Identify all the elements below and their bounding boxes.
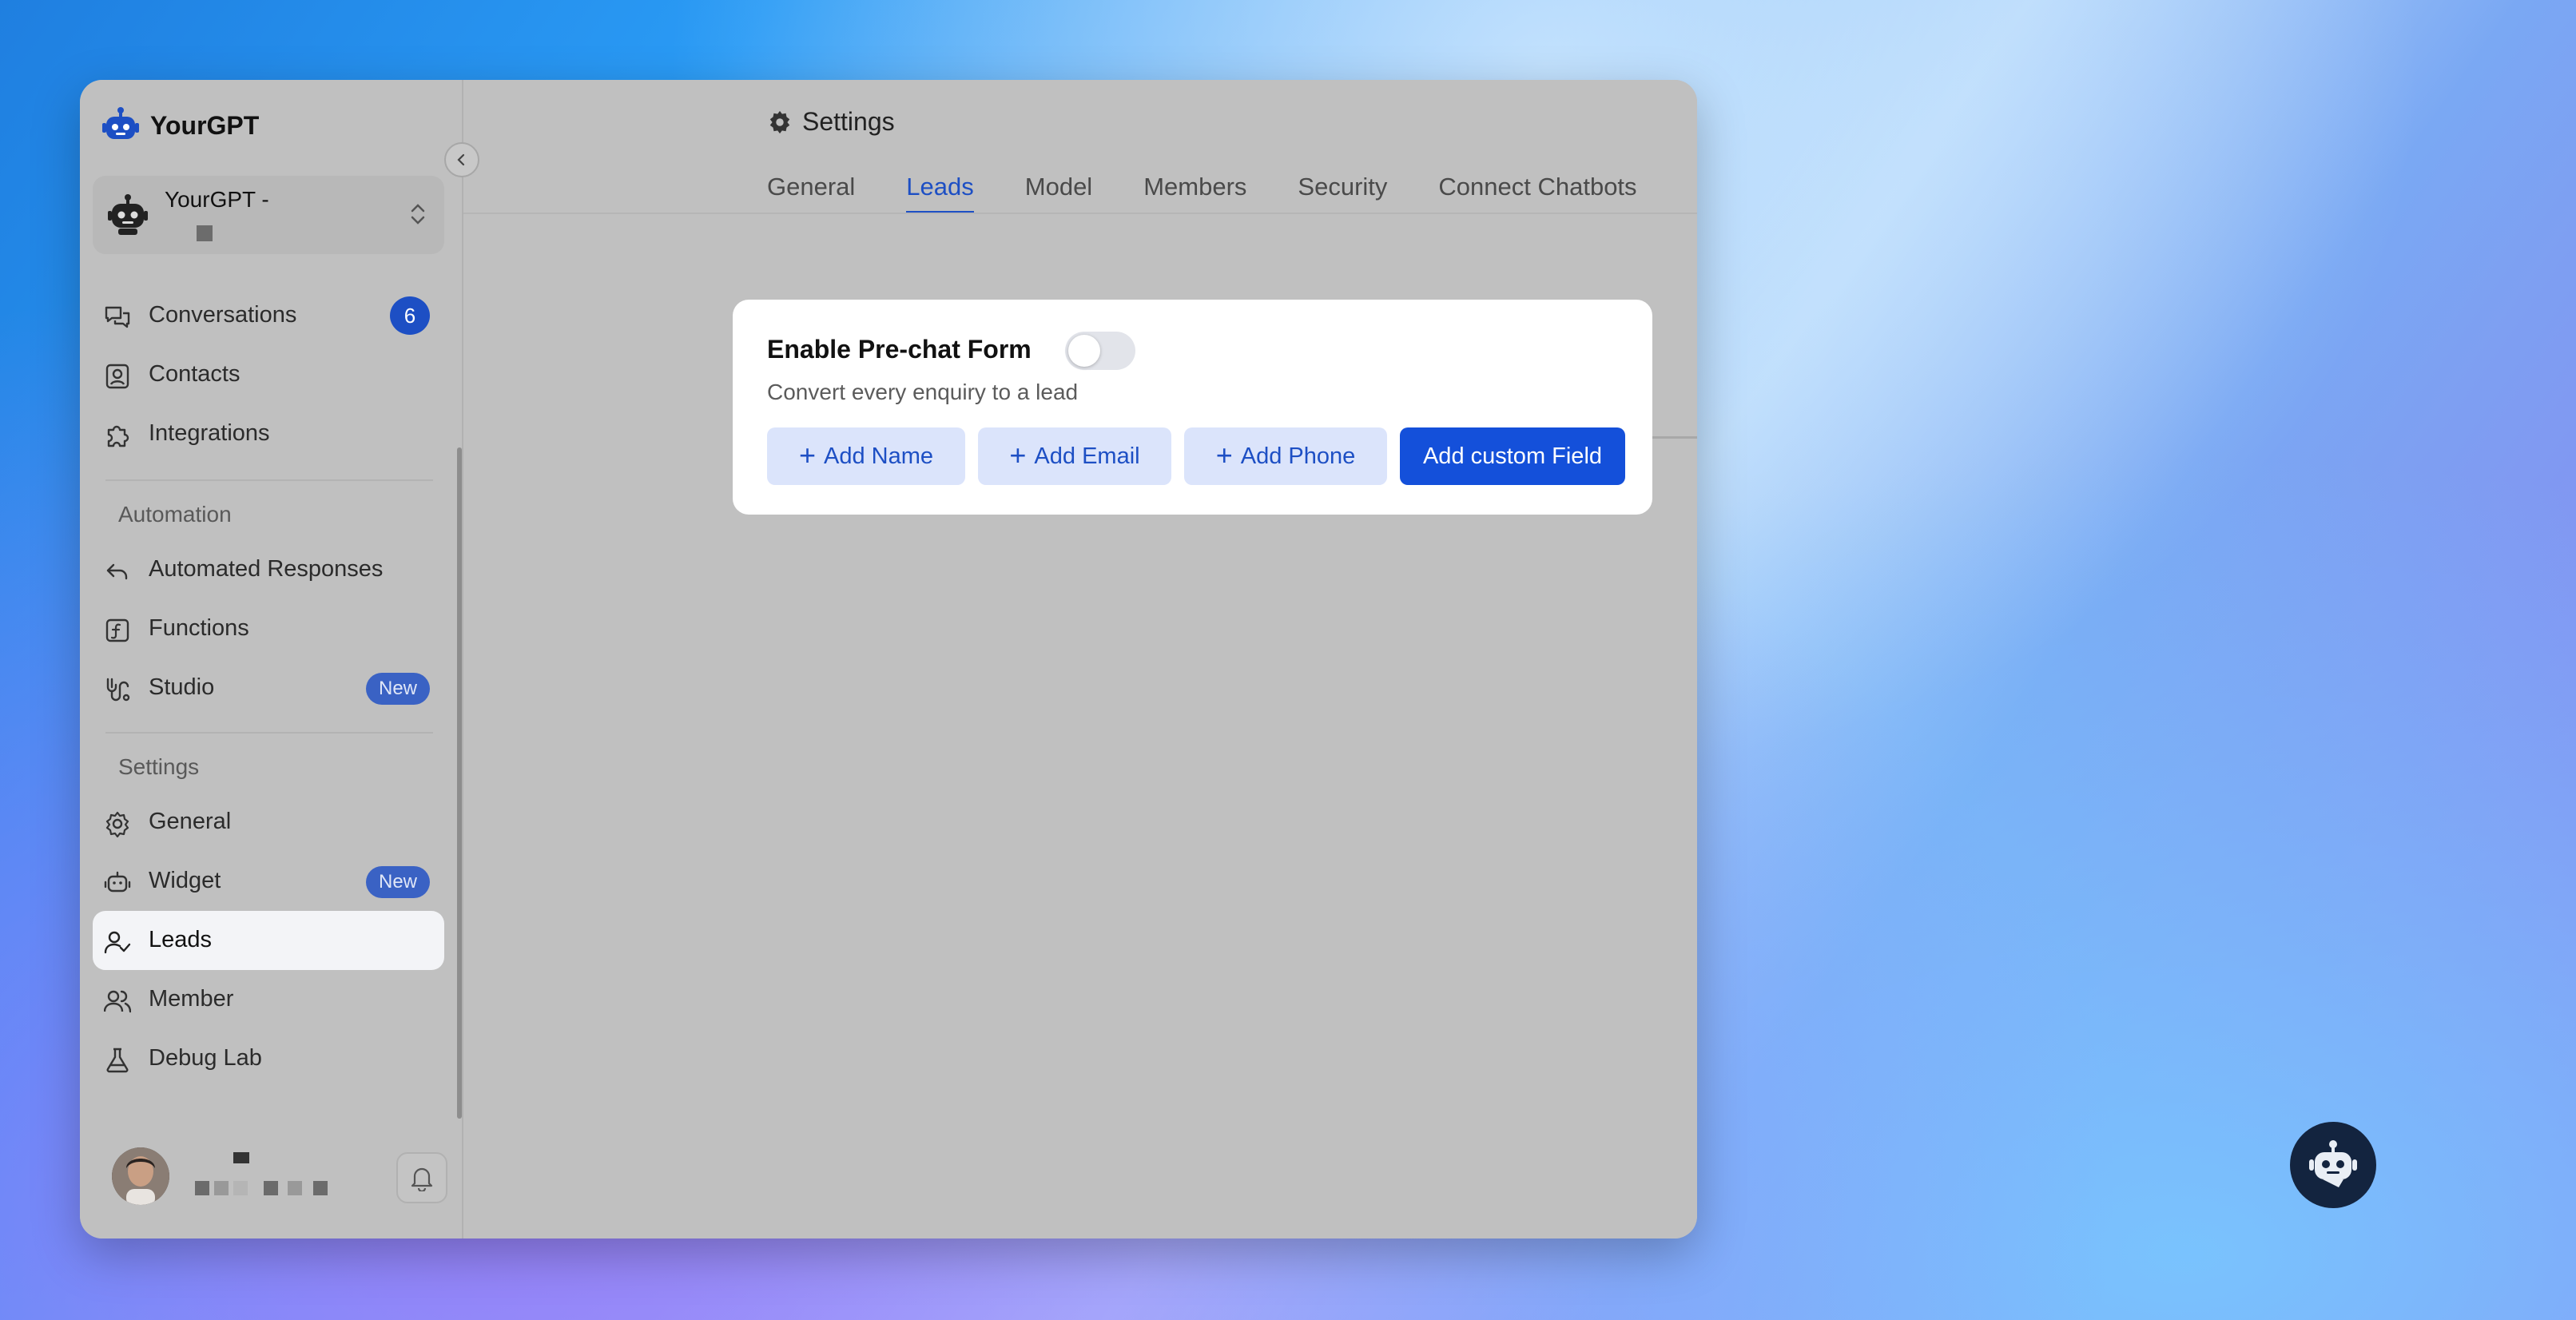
add-custom-field-button[interactable]: Add custom Field xyxy=(1400,427,1625,485)
workspace-id-redacted xyxy=(197,225,213,241)
workspace-robot-icon xyxy=(108,194,148,235)
logo-robot-icon xyxy=(102,107,139,139)
add-name-label: Add Name xyxy=(824,443,934,469)
sidebar-item-debug-lab[interactable]: Debug Lab xyxy=(93,1029,444,1088)
sidebar-item-label: Integrations xyxy=(149,420,270,446)
main-content: Settings General Leads Model Members Sec… xyxy=(463,80,1697,1238)
bell-icon xyxy=(411,1167,433,1191)
settings-tabs: General Leads Model Members Security Con… xyxy=(767,173,1637,213)
tab-connect-chatbots[interactable]: Connect Chatbots xyxy=(1438,173,1636,213)
sidebar-item-member[interactable]: Member xyxy=(93,970,444,1029)
gear-icon xyxy=(105,811,129,837)
sidebar-divider xyxy=(105,732,433,734)
puzzle-icon xyxy=(107,425,129,447)
sidebar-item-integrations[interactable]: Integrations xyxy=(93,404,444,463)
add-email-button[interactable]: + Add Email xyxy=(978,427,1171,485)
tab-leads[interactable]: Leads xyxy=(906,173,974,213)
sidebar-scrollbar[interactable] xyxy=(457,447,462,1119)
sidebar-item-conversations[interactable]: Conversations 6 xyxy=(93,286,444,345)
add-name-button[interactable]: + Add Name xyxy=(767,427,965,485)
sidebar-item-label: Studio xyxy=(149,674,215,700)
username-redacted xyxy=(233,1152,249,1163)
tabs-divider xyxy=(463,213,1697,214)
sidebar-item-label: Leads xyxy=(149,927,213,952)
workflow-icon xyxy=(106,678,130,702)
sidebar-item-label: Contacts xyxy=(149,361,241,387)
collapse-sidebar-button[interactable] xyxy=(444,142,479,177)
app-window: YourGPT YourGPT - Conversations 6 Contac… xyxy=(80,80,1697,1238)
sidebar-item-leads[interactable]: Leads xyxy=(93,911,444,970)
sidebar: YourGPT YourGPT - Conversations 6 Contac… xyxy=(80,80,463,1238)
tab-members[interactable]: Members xyxy=(1143,173,1246,213)
section-heading-automation: Automation xyxy=(118,502,232,527)
sidebar-item-label: Automated Responses xyxy=(149,556,384,582)
section-heading-settings: Settings xyxy=(118,754,200,779)
sidebar-item-label: General xyxy=(149,809,232,834)
sidebar-item-automated-responses[interactable]: Automated Responses xyxy=(93,540,444,599)
sidebar-item-label: Member xyxy=(149,986,234,1012)
unread-count-badge: 6 xyxy=(390,296,430,335)
function-icon xyxy=(105,618,129,642)
new-badge: New xyxy=(365,673,430,705)
chatbot-robot-icon xyxy=(2309,1140,2357,1187)
gear-icon xyxy=(769,110,790,133)
users-icon xyxy=(104,990,131,1013)
add-email-label: Add Email xyxy=(1034,443,1140,469)
contact-card-icon xyxy=(105,364,129,389)
chevron-up-down-icon xyxy=(411,204,425,225)
add-phone-button[interactable]: + Add Phone xyxy=(1184,427,1387,485)
bot-widget-icon xyxy=(104,871,131,893)
workspace-switcher[interactable]: YourGPT - xyxy=(93,176,444,254)
sidebar-item-widget[interactable]: Widget New xyxy=(93,852,444,911)
user-check-icon xyxy=(104,931,131,954)
sidebar-item-functions[interactable]: Functions xyxy=(93,599,444,658)
toggle-knob xyxy=(1068,335,1100,367)
prechat-form-card: Enable Pre-chat Form Convert every enqui… xyxy=(733,300,1652,515)
flask-icon xyxy=(106,1048,129,1073)
plus-icon: + xyxy=(1215,438,1233,471)
add-phone-label: Add Phone xyxy=(1240,443,1356,469)
prechat-form-toggle[interactable] xyxy=(1065,332,1135,370)
page-title: Settings xyxy=(767,107,895,137)
sidebar-item-general[interactable]: General xyxy=(93,793,444,852)
tab-general[interactable]: General xyxy=(767,173,855,213)
brand-name: YourGPT xyxy=(150,110,260,140)
new-badge: New xyxy=(365,866,430,898)
workspace-name: YourGPT - xyxy=(165,187,269,212)
brand[interactable]: YourGPT xyxy=(101,105,259,145)
prechat-form-title: Enable Pre-chat Form xyxy=(767,335,1032,364)
email-redacted xyxy=(195,1181,209,1195)
sidebar-item-contacts[interactable]: Contacts xyxy=(93,345,444,404)
sidebar-divider xyxy=(105,479,433,481)
prechat-form-subtitle: Convert every enquiry to a lead xyxy=(767,380,1079,404)
tab-model[interactable]: Model xyxy=(1025,173,1092,213)
sidebar-item-label: Widget xyxy=(149,868,221,893)
chevron-left-icon xyxy=(457,153,465,166)
plus-icon: + xyxy=(798,438,816,471)
chatbot-launcher-button[interactable] xyxy=(2290,1122,2376,1208)
sidebar-item-label: Conversations xyxy=(149,302,297,328)
sidebar-item-label: Debug Lab xyxy=(149,1045,262,1071)
page-title-text: Settings xyxy=(802,107,895,136)
tab-security[interactable]: Security xyxy=(1298,173,1387,213)
notifications-button[interactable] xyxy=(396,1152,447,1203)
add-custom-field-label: Add custom Field xyxy=(1422,443,1603,469)
reply-arrow-icon xyxy=(106,563,128,580)
avatar xyxy=(112,1147,169,1205)
sidebar-item-studio[interactable]: Studio New xyxy=(93,658,444,718)
chat-bubbles-icon xyxy=(105,306,130,328)
sidebar-item-label: Functions xyxy=(149,615,249,641)
plus-icon: + xyxy=(1009,438,1027,471)
